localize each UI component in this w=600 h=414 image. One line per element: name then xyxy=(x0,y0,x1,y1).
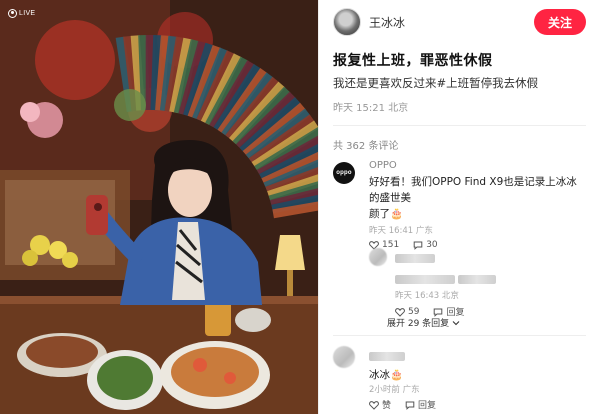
live-photo-badge: LIVE xyxy=(6,6,39,20)
post-location: 北京 xyxy=(388,103,409,114)
comment-text-redacted xyxy=(395,271,586,287)
post-title: 报复性上班，罪恶性休假 xyxy=(333,53,493,69)
commenter-name-redacted xyxy=(395,248,586,267)
comment-location: 广东 xyxy=(402,385,420,395)
comment-text-line2: 颜了🎂 xyxy=(369,208,404,220)
divider xyxy=(333,335,586,336)
post-time: 昨天 15:21 xyxy=(333,103,385,114)
comment-meta: 昨天 16:41 广东 xyxy=(369,224,586,236)
reply-button[interactable]: 回复 xyxy=(405,398,436,411)
commenter-name[interactable]: OPPO xyxy=(369,160,586,171)
comment-meta: 2小时前 广东 xyxy=(369,383,586,395)
commenter-avatar[interactable] xyxy=(333,346,355,368)
like-button[interactable]: 赞 xyxy=(369,398,391,411)
heart-icon xyxy=(395,307,405,317)
post-photo[interactable]: LIVE xyxy=(0,0,318,414)
comment-text: 冰冰🎂 xyxy=(369,369,404,381)
comment-count: 共 362 条评论 xyxy=(333,141,399,152)
comment-bubble-icon xyxy=(433,307,443,317)
commenter-name-redacted xyxy=(369,346,586,365)
post-detail-panel: 王冰冰 关注 报复性上班，罪恶性休假 我还是更喜欢反过来#上班暂停我去休假 昨天… xyxy=(318,0,600,414)
expand-replies-label: 展开 29 条回复 xyxy=(387,319,450,329)
author-avatar[interactable] xyxy=(333,8,361,36)
live-label: LIVE xyxy=(19,9,36,17)
divider xyxy=(333,125,586,126)
author-name[interactable]: 王冰冰 xyxy=(369,14,405,31)
comment-meta: 昨天 16:43 北京 xyxy=(395,289,586,301)
comment-time: 昨天 16:41 xyxy=(369,226,414,236)
comment-bubble-icon xyxy=(405,400,415,410)
reply-item: 昨天 16:43 北京 59 回复 xyxy=(369,248,586,318)
comment-item: 冰冰🎂 2小时前 广东 赞 回复 xyxy=(333,346,586,412)
oppo-logo-text: oppo xyxy=(336,170,352,176)
comment-location: 广东 xyxy=(415,226,433,236)
photo-illustration xyxy=(0,0,318,414)
live-icon xyxy=(8,8,17,18)
like-button[interactable]: 59 xyxy=(395,307,419,317)
post-body-text: 我还是更喜欢反过来#上班暂停我去休假 xyxy=(333,76,539,90)
post-body: 我还是更喜欢反过来#上班暂停我去休假 xyxy=(333,75,538,91)
like-count: 59 xyxy=(408,306,420,317)
comment-time: 昨天 16:43 xyxy=(395,291,440,301)
chevron-down-icon xyxy=(451,318,461,328)
comment-body: OPPO 好好看！我们OPPO Find X9也是记录上冰冰的盛世美 颜了🎂 昨… xyxy=(369,160,586,250)
author-block[interactable]: 王冰冰 xyxy=(333,8,405,36)
comment-location: 北京 xyxy=(441,291,459,301)
commenter-avatar[interactable]: oppo xyxy=(333,162,355,184)
comment-item: oppo OPPO 好好看！我们OPPO Find X9也是记录上冰冰的盛世美 … xyxy=(333,160,586,250)
comment-text: 好好看！我们OPPO Find X9也是记录上冰冰的盛世美 颜了🎂 xyxy=(369,174,586,222)
comment-time: 2小时前 xyxy=(369,385,400,395)
comment-text-line1: 好好看！我们OPPO Find X9也是记录上冰冰的盛世美 xyxy=(369,176,577,204)
comment-actions: 赞 回复 xyxy=(369,398,586,411)
expand-replies-button[interactable]: 展开 29 条回复 xyxy=(387,316,461,329)
comment-body: 昨天 16:43 北京 59 回复 xyxy=(395,248,586,318)
reply-label: 回复 xyxy=(418,401,437,411)
like-label: 赞 xyxy=(382,401,392,411)
heart-icon xyxy=(369,400,379,410)
commenter-avatar[interactable] xyxy=(369,248,387,266)
post-meta: 昨天 15:21 北京 xyxy=(333,99,408,114)
follow-button[interactable]: 关注 xyxy=(534,9,586,35)
comment-body: 冰冰🎂 2小时前 广东 赞 回复 xyxy=(369,346,586,411)
